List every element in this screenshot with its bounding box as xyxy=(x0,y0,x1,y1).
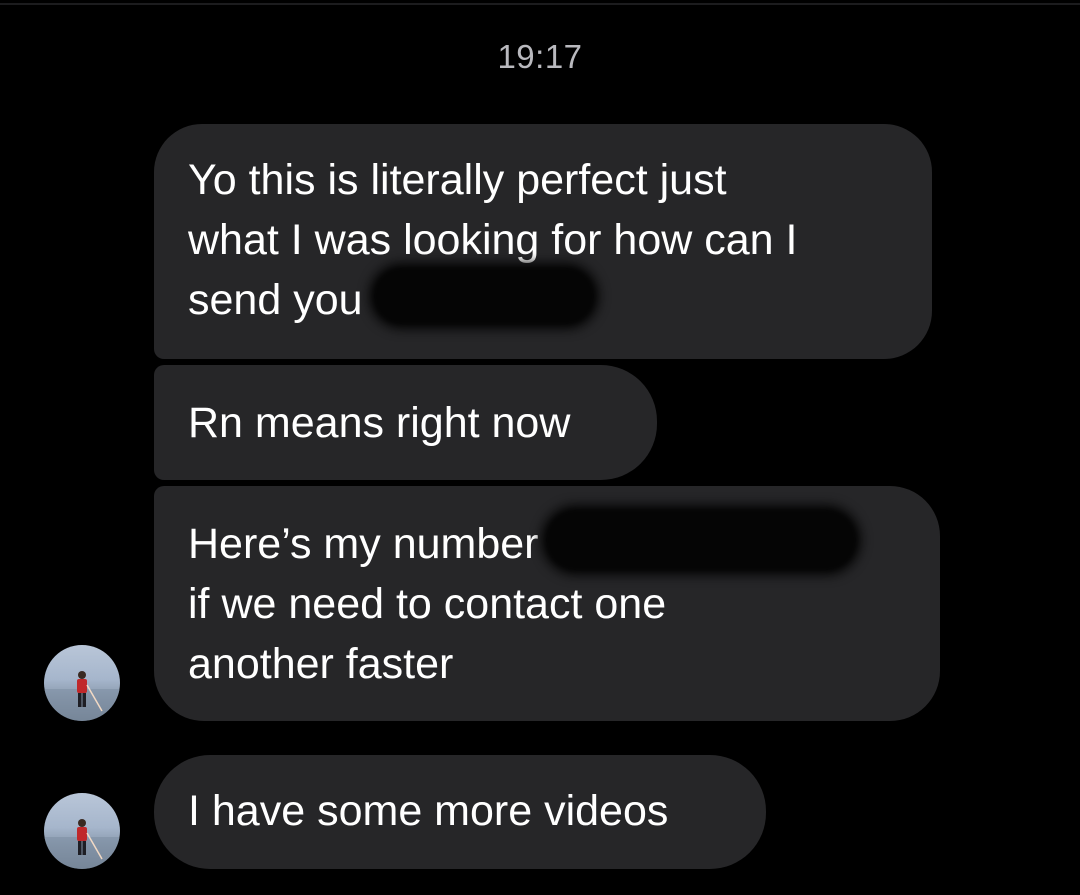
top-divider xyxy=(0,3,1080,5)
message-1-line-3: send you xyxy=(188,266,898,330)
message-bubble-2[interactable]: Rn means right now xyxy=(154,365,657,480)
message-2-line-1: Rn means right now xyxy=(188,399,571,447)
message-bubble-1[interactable]: Yo this is literally perfect just what I… xyxy=(154,124,932,359)
contact-avatar[interactable] xyxy=(44,645,120,721)
message-4-line-1: I have some more videos xyxy=(188,787,669,835)
message-3-line-3: another faster xyxy=(188,640,454,688)
message-bubble-4[interactable]: I have some more videos xyxy=(154,755,766,869)
message-3-line-2: if we need to contact one xyxy=(188,580,667,628)
message-1-line-1: Yo this is literally perfect just xyxy=(188,156,727,204)
message-timestamp: 19:17 xyxy=(497,38,583,75)
redaction-scribble xyxy=(544,508,857,571)
contact-avatar[interactable] xyxy=(44,793,120,869)
message-1-line-3-text: send you xyxy=(188,276,363,324)
message-3-line-1-text: Here’s my number xyxy=(188,520,539,568)
redaction-scribble xyxy=(372,266,595,325)
contact-avatar-icon xyxy=(44,819,120,869)
contact-avatar-icon xyxy=(44,671,120,721)
message-bubble-3[interactable]: Here’s my number if we need to contact o… xyxy=(154,486,940,721)
message-1-line-2: what I was looking for how can I xyxy=(188,216,798,264)
message-3-line-1: Here’s my number xyxy=(188,508,906,574)
